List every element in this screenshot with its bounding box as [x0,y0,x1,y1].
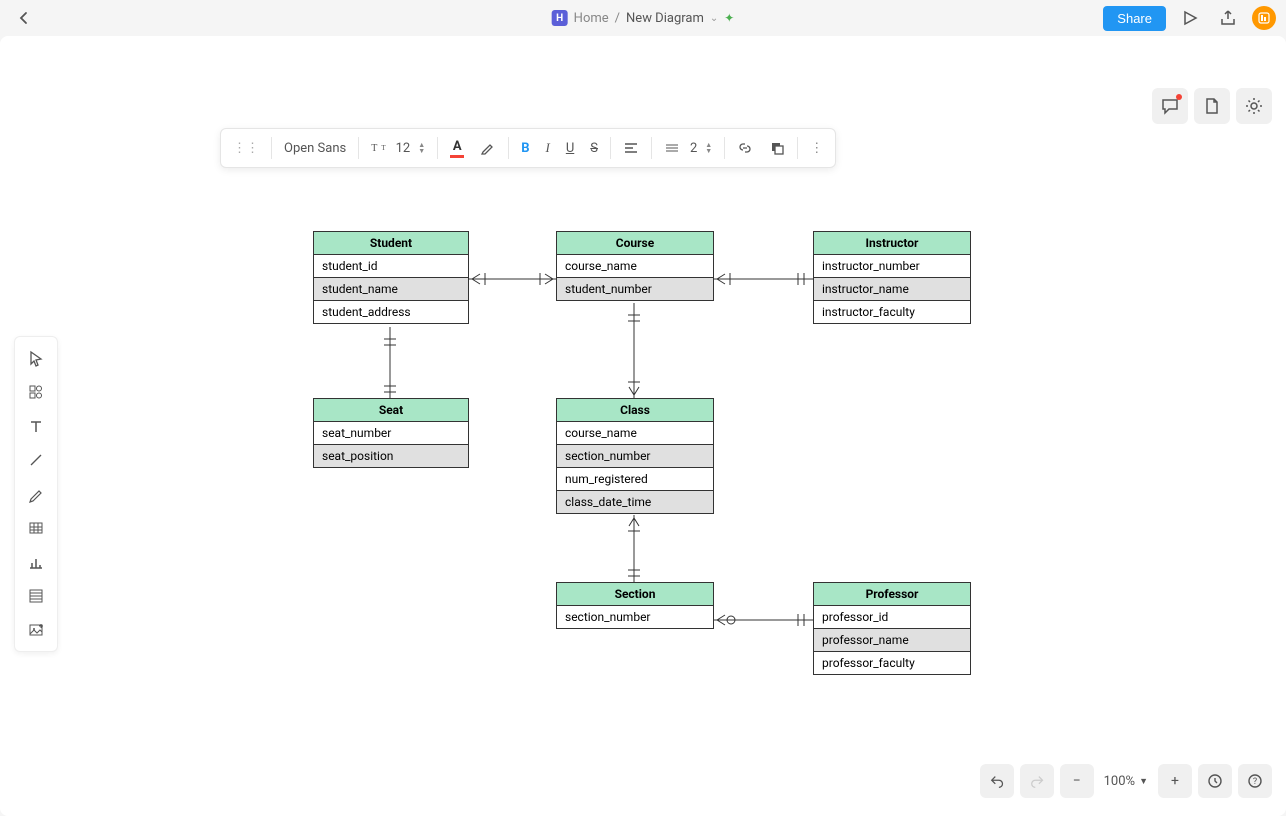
entity-section[interactable]: Section section_number [556,582,714,629]
entity-field[interactable]: instructor_number [814,255,970,278]
entity-student[interactable]: Student student_id student_name student_… [313,231,469,324]
entity-instructor[interactable]: Instructor instructor_number instructor_… [813,231,971,324]
entity-field[interactable]: professor_faculty [814,652,970,674]
app-logo-icon: H [552,10,568,26]
entity-field[interactable]: instructor_faculty [814,301,970,323]
entity-header: Professor [814,583,970,606]
entity-header: Seat [314,399,468,422]
entity-field[interactable]: professor_id [814,606,970,629]
app-header: H Home / New Diagram ⌄ ✦ Share [0,0,1286,36]
canvas-area[interactable]: ⋮⋮ Open Sans TT 12 ▲▼ A B I U S 2 ▲▼ [0,36,1286,816]
entity-header: Section [557,583,713,606]
entity-professor[interactable]: Professor professor_id professor_name pr… [813,582,971,675]
entity-class[interactable]: Class course_name section_number num_reg… [556,398,714,514]
entity-header: Instructor [814,232,970,255]
entity-seat[interactable]: Seat seat_number seat_position [313,398,469,468]
chevron-down-icon[interactable]: ⌄ [710,13,718,24]
entity-field[interactable]: num_registered [557,468,713,491]
entity-field[interactable]: course_name [557,255,713,278]
entity-field[interactable]: seat_position [314,445,468,467]
breadcrumb-sep: / [615,11,620,26]
entity-field[interactable]: student_name [314,278,468,301]
entity-field[interactable]: professor_name [814,629,970,652]
user-avatar[interactable] [1252,6,1276,30]
present-button[interactable] [1176,4,1204,32]
back-button[interactable] [10,4,38,32]
entity-field[interactable]: student_address [314,301,468,323]
entity-header: Class [557,399,713,422]
entity-header: Student [314,232,468,255]
share-button[interactable]: Share [1103,6,1166,31]
breadcrumb-home[interactable]: Home [574,11,609,26]
entity-header: Course [557,232,713,255]
breadcrumb: H Home / New Diagram ⌄ ✦ [552,10,735,26]
entity-field[interactable]: student_id [314,255,468,278]
export-button[interactable] [1214,4,1242,32]
saved-indicator-icon: ✦ [724,11,734,25]
entity-field[interactable]: student_number [557,278,713,300]
diagram-canvas[interactable]: Student student_id student_name student_… [0,36,1286,816]
entity-field[interactable]: instructor_name [814,278,970,301]
entity-field[interactable]: course_name [557,422,713,445]
entity-field[interactable]: class_date_time [557,491,713,513]
entity-course[interactable]: Course course_name student_number [556,231,714,301]
entity-field[interactable]: section_number [557,606,713,628]
entity-field[interactable]: seat_number [314,422,468,445]
breadcrumb-doc-title[interactable]: New Diagram [626,11,704,26]
entity-field[interactable]: section_number [557,445,713,468]
header-actions: Share [1103,4,1276,32]
